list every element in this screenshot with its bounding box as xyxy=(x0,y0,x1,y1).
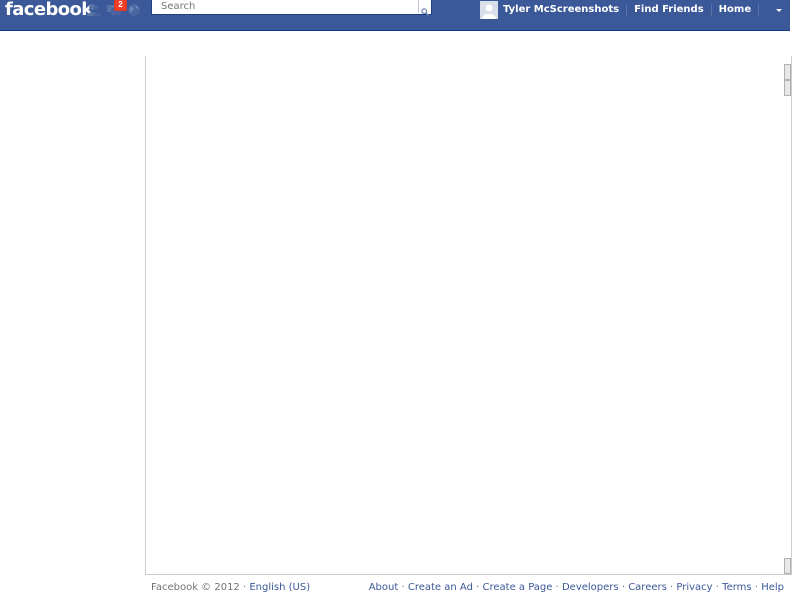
search-button[interactable] xyxy=(418,0,431,16)
avatar[interactable] xyxy=(480,1,498,19)
nav-divider xyxy=(626,4,628,16)
scrollbar-down-handle[interactable] xyxy=(784,558,791,574)
globe-icon[interactable] xyxy=(126,2,142,16)
top-navigation-bar: facebook 2 Search Tyler McScreenshots Fi… xyxy=(0,0,790,31)
facebook-logo[interactable]: facebook xyxy=(5,0,93,22)
scrollbar-up-handle[interactable] xyxy=(784,64,791,80)
footer-link-careers[interactable]: Careers xyxy=(628,582,667,593)
nav-divider xyxy=(710,4,712,16)
footer-link-privacy[interactable]: Privacy xyxy=(676,582,712,593)
home-link[interactable]: Home xyxy=(719,1,751,19)
scrollbar-handle[interactable] xyxy=(784,80,791,96)
search-box xyxy=(151,0,432,16)
footer-link-developers[interactable]: Developers xyxy=(562,582,619,593)
search-icon xyxy=(421,1,429,20)
footer-separator: · xyxy=(476,582,480,593)
profile-link[interactable]: Tyler McScreenshots xyxy=(503,1,619,19)
footer-link-terms[interactable]: Terms xyxy=(722,582,751,593)
footer-left: Facebook © 2012 · English (US) xyxy=(151,581,310,595)
chevron-down-icon[interactable] xyxy=(776,9,783,12)
friend-requests-icon[interactable] xyxy=(86,2,102,16)
footer-links: About · Create an Ad · Create a Page · D… xyxy=(369,581,784,595)
footer-separator: · xyxy=(621,582,625,593)
footer-link-create-ad[interactable]: Create an Ad xyxy=(408,582,473,593)
footer-separator: · xyxy=(670,582,674,593)
footer-separator: · xyxy=(242,582,247,593)
footer-separator: · xyxy=(555,582,559,593)
footer-link-about[interactable]: About xyxy=(369,582,399,593)
nav-divider xyxy=(758,4,760,16)
footer-separator: · xyxy=(401,582,405,593)
footer-separator: · xyxy=(715,582,719,593)
search-input[interactable] xyxy=(152,0,423,13)
main-content-area xyxy=(145,56,792,575)
language-link[interactable]: English (US) xyxy=(249,582,310,593)
account-navigation: Tyler McScreenshots Find Friends Home xyxy=(480,0,783,20)
find-friends-link[interactable]: Find Friends xyxy=(634,1,704,19)
footer-link-create-page[interactable]: Create a Page xyxy=(483,582,553,593)
page-footer: Facebook © 2012 · English (US) About · C… xyxy=(151,581,784,595)
footer-separator: · xyxy=(754,582,758,593)
footer-link-help[interactable]: Help xyxy=(761,582,784,593)
copyright-text: Facebook © 2012 xyxy=(151,582,240,593)
